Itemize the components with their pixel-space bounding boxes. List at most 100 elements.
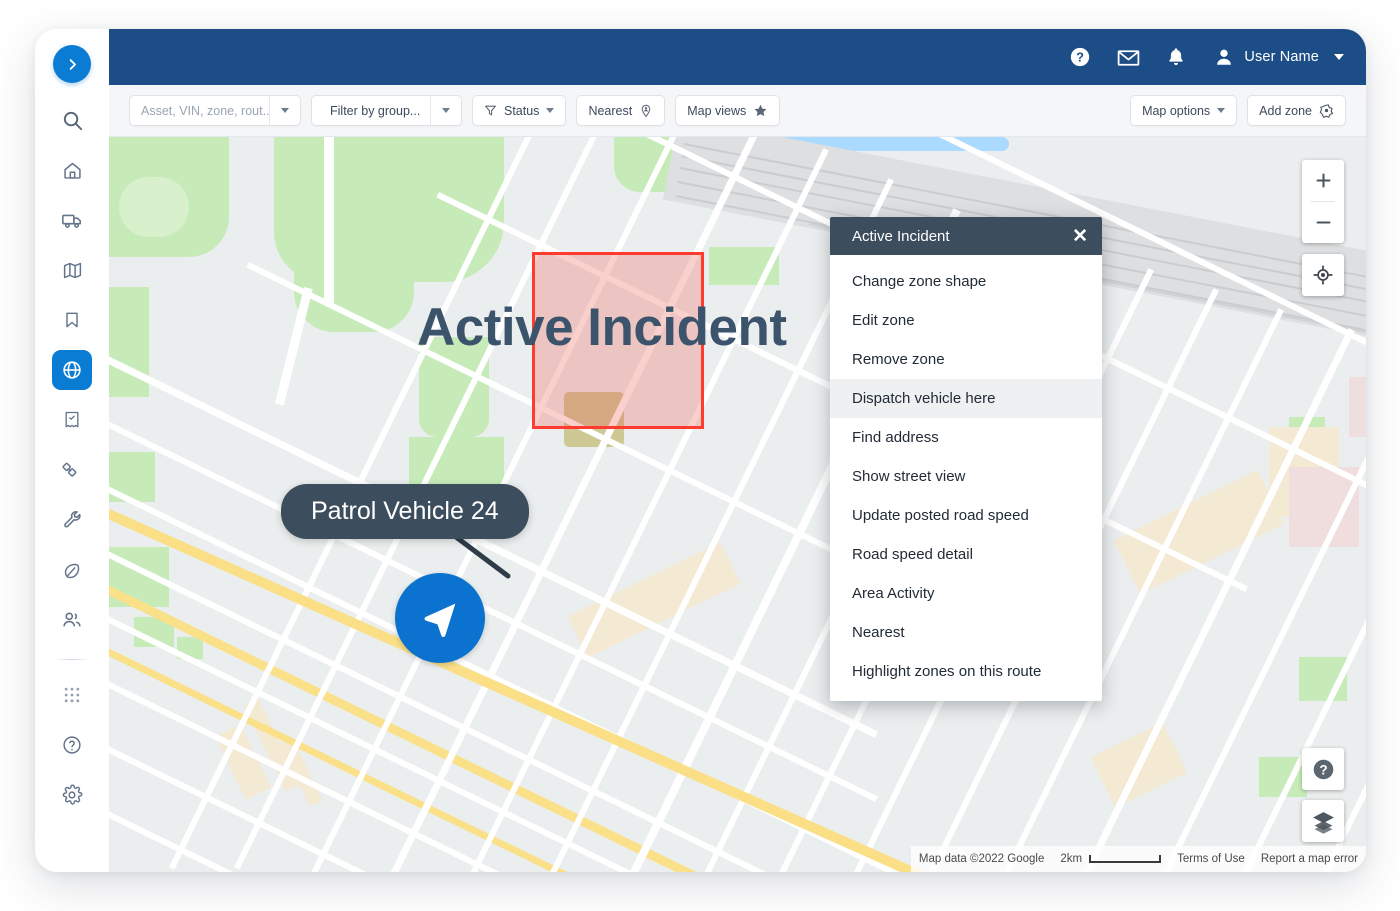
header-help-button[interactable]: ? (1063, 40, 1097, 74)
chevron-down-icon (546, 108, 555, 113)
attribution-terms[interactable]: Terms of Use (1169, 846, 1253, 872)
layers-icon (1312, 811, 1334, 834)
nearest-label: Nearest (588, 103, 633, 118)
nearest-button[interactable]: Nearest (576, 95, 666, 126)
sidebar-item-apps[interactable] (52, 675, 92, 715)
sidebar-toggle-button[interactable] (53, 45, 91, 83)
filter-by-group-dropdown-button[interactable] (431, 96, 461, 125)
zoom-out-button[interactable] (1302, 202, 1344, 243)
search-input-placeholder: Asset, VIN, zone, rout... (141, 103, 270, 118)
zoom-in-button[interactable] (1302, 160, 1344, 201)
context-menu-item-update-posted-road-speed[interactable]: Update posted road speed (830, 496, 1102, 535)
sidebar-item-maintenance[interactable] (52, 500, 92, 540)
context-menu-item-show-street-view[interactable]: Show street view (830, 457, 1102, 496)
user-name-label: User Name (1244, 49, 1319, 65)
map-context-menu: Active Incident ✕ Change zone shape Edit… (830, 217, 1102, 701)
sidebar-item-settings[interactable] (52, 775, 92, 815)
leaf-icon (64, 563, 79, 578)
scale-bar (1089, 855, 1162, 863)
map-views-button[interactable]: Map views (675, 95, 781, 126)
user-menu[interactable]: User Name (1213, 46, 1344, 68)
context-menu-item-area-activity[interactable]: Area Activity (830, 574, 1102, 613)
home-icon (63, 162, 81, 179)
truck-icon (62, 214, 82, 228)
context-menu-item-remove-zone[interactable]: Remove zone (830, 340, 1102, 379)
bell-icon (1169, 48, 1184, 66)
sidebar-item-help[interactable] (52, 725, 92, 765)
incident-zone-rectangle[interactable] (532, 252, 704, 429)
svg-text:?: ? (1319, 762, 1327, 777)
sidebar-item-home[interactable] (52, 150, 92, 190)
context-menu-item-find-address[interactable]: Find address (830, 418, 1102, 457)
map-toolbar: Asset, VIN, zone, rout... Filter by grou… (109, 85, 1366, 137)
map-layers-button[interactable] (1302, 800, 1344, 842)
chevron-down-icon (1217, 108, 1226, 113)
header-notifications-button[interactable] (1159, 40, 1193, 74)
sidebar-item-sustainability[interactable] (52, 550, 92, 590)
context-menu-item-road-speed-detail[interactable]: Road speed detail (830, 535, 1102, 574)
add-zone-button[interactable]: Add zone (1247, 95, 1346, 126)
sidebar-item-reports[interactable] (52, 400, 92, 440)
map-pin-person-icon (641, 104, 651, 117)
map-options-button[interactable]: Map options (1130, 95, 1238, 126)
navigation-arrow-icon (424, 603, 456, 638)
bookmark-icon (66, 312, 78, 328)
filter-by-group-label: Filter by group... (330, 103, 421, 118)
chevron-down-icon (442, 108, 450, 113)
globe-icon (63, 361, 81, 379)
grid-apps-icon (64, 687, 80, 703)
status-filter-button[interactable]: Status (472, 95, 567, 126)
sidebar-item-people[interactable] (52, 600, 92, 640)
context-menu-list: Change zone shape Edit zone Remove zone … (830, 255, 1102, 701)
zone-polygon-icon (1319, 104, 1334, 118)
header-mail-button[interactable] (1111, 40, 1145, 74)
sidebar-item-vehicles[interactable] (52, 200, 92, 240)
attribution-report[interactable]: Report a map error (1252, 846, 1366, 872)
tags-icon (62, 462, 77, 477)
svg-text:?: ? (1076, 50, 1084, 65)
map-help-button[interactable]: ? (1302, 748, 1344, 790)
report-map-error-link[interactable]: Report a map error (1261, 853, 1358, 865)
context-menu-item-dispatch-vehicle-here[interactable]: Dispatch vehicle here (830, 379, 1102, 418)
context-menu-header: Active Incident ✕ (830, 217, 1102, 255)
search-icon (63, 111, 82, 130)
scale-label: 2km (1060, 853, 1083, 865)
folded-map-icon (63, 262, 81, 278)
context-menu-item-change-zone-shape[interactable]: Change zone shape (830, 262, 1102, 301)
map-views-label: Map views (687, 103, 747, 118)
map-canvas[interactable]: Active Incident Patrol Vehicle 24 Active… (109, 137, 1366, 872)
funnel-icon (485, 105, 496, 116)
search-input[interactable]: Asset, VIN, zone, rout... (129, 95, 301, 126)
terms-of-use-link[interactable]: Terms of Use (1177, 853, 1245, 865)
filter-by-group-button[interactable]: Filter by group... (312, 96, 430, 125)
sidebar-item-bookmarks[interactable] (52, 300, 92, 340)
locate-me-button[interactable] (1302, 254, 1344, 296)
envelope-icon (1117, 49, 1140, 66)
sidebar-item-globe[interactable] (52, 350, 92, 390)
filter-by-group-control[interactable]: Filter by group... (311, 95, 462, 126)
vehicle-marker[interactable] (395, 573, 485, 663)
search-dropdown-button[interactable] (270, 96, 300, 125)
chevron-down-icon (1334, 54, 1344, 60)
attribution-scale: 2km (1052, 846, 1170, 872)
map-options-label: Map options (1142, 103, 1211, 118)
sidebar-item-assets[interactable] (52, 450, 92, 490)
sidebar-item-search[interactable] (52, 100, 92, 140)
chevron-right-icon (69, 58, 76, 70)
crosshair-icon (1313, 265, 1333, 285)
context-menu-item-highlight-zones-on-this-route[interactable]: Highlight zones on this route (830, 652, 1102, 691)
sidebar (35, 29, 109, 872)
context-menu-item-edit-zone[interactable]: Edit zone (830, 301, 1102, 340)
question-circle-icon: ? (1071, 47, 1090, 67)
context-menu-item-nearest[interactable]: Nearest (830, 613, 1102, 652)
receipt-icon (65, 411, 79, 428)
chevron-down-icon (281, 108, 290, 113)
people-icon (63, 612, 81, 627)
vehicle-label-callout[interactable]: Patrol Vehicle 24 (281, 484, 529, 539)
plus-icon (1316, 173, 1330, 188)
add-zone-label: Add zone (1259, 103, 1312, 118)
top-header-bar: ? User Name (109, 29, 1366, 85)
sidebar-item-map[interactable] (52, 250, 92, 290)
app-window: ? User Name Asset, VIN, zone, rout... Fi… (35, 29, 1366, 872)
close-icon[interactable]: ✕ (1072, 227, 1088, 246)
